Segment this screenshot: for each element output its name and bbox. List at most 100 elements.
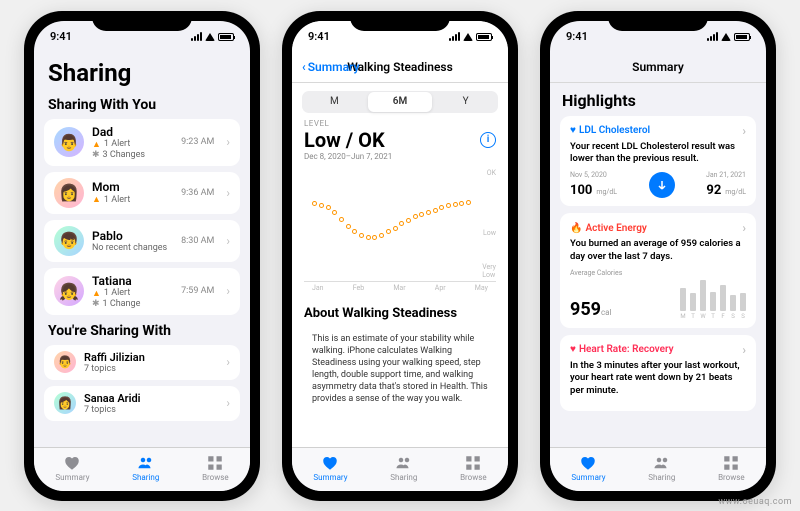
chevron-right-icon: › [226, 234, 230, 248]
avatar: 👩 [54, 392, 76, 414]
wifi-icon [721, 33, 731, 41]
status-right [449, 32, 492, 41]
seg-m[interactable]: M [302, 91, 367, 113]
phone-sharing: 9:41 Sharing Sharing With You 👨 Dad ▲1 A… [24, 11, 260, 501]
data-points [309, 167, 476, 281]
signal-icon [707, 32, 718, 41]
status-time: 9:41 [308, 30, 330, 43]
contact-name: Tatiana [92, 274, 173, 288]
screen: 9:41 Summary Highlights ♥LDL Cholesterol… [550, 21, 766, 491]
info-icon[interactable]: i [480, 132, 496, 148]
sharing-row[interactable]: 👩 Sanaa Aridi 7 topics › [44, 386, 240, 421]
sharing-row[interactable]: 👨 Raffi Jilizian 7 topics › [44, 345, 240, 380]
chevron-right-icon: › [226, 135, 230, 149]
value-1: 100 [570, 183, 592, 198]
x-label: Feb [353, 284, 364, 292]
tab-summary[interactable]: Summary [55, 454, 89, 482]
tab-label: Browse [460, 473, 487, 482]
flame-icon: 🔥 [570, 223, 582, 234]
contact-row-dad[interactable]: 👨 Dad ▲1 Alert ✱3 Changes 9:23 AM › [44, 119, 240, 166]
phone-highlights: 9:41 Summary Highlights ♥LDL Cholesterol… [540, 11, 776, 501]
x-label: Apr [435, 284, 446, 292]
chevron-left-icon: ‹ [302, 60, 306, 74]
timestamp: 8:30 AM [181, 236, 214, 246]
status-time: 9:41 [566, 30, 588, 43]
heartrate-card[interactable]: ♥Heart Rate: Recovery› In the 3 minutes … [560, 335, 756, 411]
wifi-icon [463, 33, 473, 41]
tab-label: Sharing [648, 473, 675, 482]
nav-title: Walking Steadiness [347, 60, 453, 74]
tab-browse[interactable]: Browse [460, 454, 487, 482]
energy-card[interactable]: 🔥Active Energy› You burned an average of… [560, 213, 756, 328]
card-title: Active Energy [585, 223, 646, 234]
chevron-right-icon: › [226, 355, 230, 369]
back-label: Summary [308, 60, 360, 74]
steadiness-chart[interactable]: OK Low Very Low [304, 167, 496, 282]
avatar: 👧 [54, 276, 84, 306]
chart-area: LEVEL Low / OK i Dec 8, 2020–Jun 7, 2021… [292, 119, 508, 292]
sub-text: 7 topics [84, 364, 116, 374]
date-range: Dec 8, 2020–Jun 7, 2021 [304, 152, 496, 161]
battery-icon [734, 33, 750, 41]
status-right [191, 32, 234, 41]
page-title: Sharing [48, 59, 240, 87]
day: T [710, 313, 716, 320]
alert-text: 1 Alert [104, 288, 130, 298]
tab-summary[interactable]: Summary [313, 454, 347, 482]
back-button[interactable]: ‹ Summary [302, 60, 359, 74]
highlights-title: Highlights [562, 91, 756, 110]
tab-summary[interactable]: Summary [571, 454, 605, 482]
heart-icon: ♥ [570, 344, 576, 355]
chevron-right-icon: › [226, 186, 230, 200]
tab-sharing[interactable]: Sharing [390, 454, 417, 482]
avg-unit: cal [601, 308, 611, 317]
section-sharing-with-you: Sharing With You [48, 97, 240, 113]
nav-title: Summary [632, 60, 684, 74]
changes-icon: ✱ [92, 299, 100, 309]
people-icon [395, 454, 413, 472]
notch [350, 11, 450, 31]
tab-label: Browse [718, 473, 745, 482]
level-value: Low / OK [304, 128, 385, 152]
chevron-right-icon: › [742, 343, 746, 357]
people-icon [653, 454, 671, 472]
grid-icon [206, 454, 224, 472]
tab-browse[interactable]: Browse [202, 454, 229, 482]
highlights-content: Highlights ♥LDL Cholesterol› Your recent… [550, 83, 766, 447]
value-2: 92 [706, 183, 721, 198]
contact-row-tatiana[interactable]: 👧 Tatiana ▲1 Alert ✱1 Change 7:59 AM › [44, 268, 240, 315]
tab-sharing[interactable]: Sharing [648, 454, 675, 482]
x-label: Mar [393, 284, 405, 292]
tab-sharing[interactable]: Sharing [132, 454, 159, 482]
contact-row-pablo[interactable]: 👦 Pablo No recent changes 8:30 AM › [44, 220, 240, 262]
ldl-card[interactable]: ♥LDL Cholesterol› Your recent LDL Choles… [560, 116, 756, 207]
notch [92, 11, 192, 31]
tab-label: Sharing [132, 473, 159, 482]
day: T [690, 313, 696, 320]
wifi-icon [205, 33, 215, 41]
walking-content: M 6M Y LEVEL Low / OK i Dec 8, 2020–Jun … [292, 83, 508, 447]
nav-bar: ‹ Summary Walking Steadiness [292, 53, 508, 83]
contact-name: Dad [92, 125, 173, 139]
about-heading: About Walking Steadiness [304, 306, 496, 321]
seg-y[interactable]: Y [433, 91, 498, 113]
seg-6m[interactable]: 6M [368, 92, 433, 112]
tab-browse[interactable]: Browse [718, 454, 745, 482]
card-text: Your recent LDL Cholesterol result was l… [570, 141, 746, 166]
contact-row-mom[interactable]: 👩 Mom ▲1 Alert 9:36 AM › [44, 172, 240, 214]
down-arrow-icon [649, 172, 675, 198]
changes-icon: ✱ [92, 150, 100, 160]
contact-name: Sanaa Aridi [84, 392, 214, 405]
card-text: You burned an average of 959 calories a … [570, 238, 746, 263]
x-axis-labels: Jan Feb Mar Apr May [304, 282, 496, 292]
chevron-right-icon: › [226, 396, 230, 410]
phone-walking: 9:41 ‹ Summary Walking Steadiness M 6M Y… [282, 11, 518, 501]
alert-icon: ▲ [92, 194, 101, 205]
battery-icon [476, 33, 492, 41]
changes-text: 1 Change [103, 299, 141, 309]
about-text: This is an estimate of your stability wh… [312, 334, 488, 405]
nav-bar: Summary [550, 53, 766, 83]
status-right [707, 32, 750, 41]
chevron-right-icon: › [226, 284, 230, 298]
heart-icon [579, 454, 597, 472]
